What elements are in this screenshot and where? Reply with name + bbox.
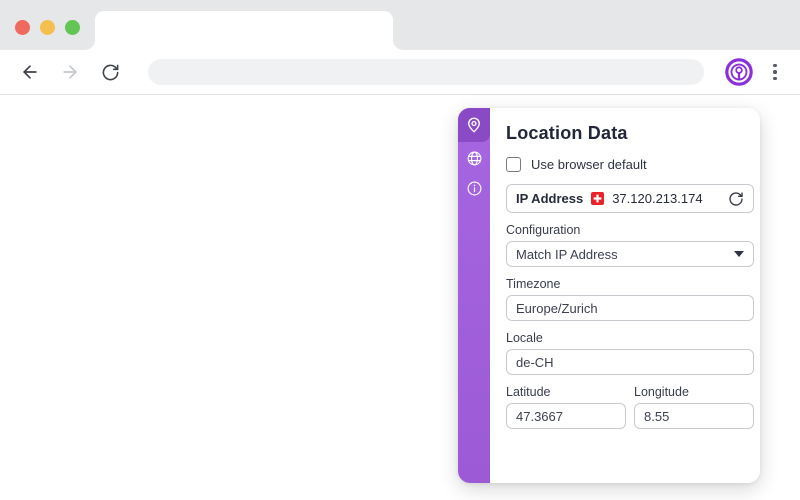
kebab-dot: [773, 76, 777, 81]
locale-input[interactable]: [506, 349, 754, 375]
forward-button[interactable]: [56, 58, 84, 86]
ip-address-box: IP Address 37.120.213.174: [506, 184, 754, 213]
back-button[interactable]: [16, 58, 44, 86]
window-controls: [15, 20, 80, 35]
longitude-column: Longitude: [634, 375, 754, 429]
swiss-flag-icon: [591, 192, 605, 205]
ip-address-label: IP Address: [516, 191, 584, 206]
reload-button[interactable]: [96, 58, 124, 86]
map-pin-icon: [468, 117, 480, 133]
browser-default-row: Use browser default: [506, 157, 754, 172]
window-maximize-button[interactable]: [65, 20, 80, 35]
address-bar-input[interactable]: [148, 59, 704, 85]
panel-content: Location Data Use browser default IP Add…: [490, 108, 766, 483]
location-data-panel: Location Data Use browser default IP Add…: [458, 108, 760, 483]
extension-logo-icon: [725, 58, 753, 86]
info-icon: [467, 181, 481, 195]
configuration-select[interactable]: Match IP Address: [506, 241, 754, 267]
configuration-selected-value: Match IP Address: [516, 246, 618, 262]
page-content: Location Data Use browser default IP Add…: [0, 95, 800, 499]
kebab-dot: [773, 63, 777, 68]
window-close-button[interactable]: [15, 20, 30, 35]
lat-lng-row: Latitude Longitude: [506, 375, 754, 429]
configuration-label: Configuration: [506, 223, 581, 237]
browser-toolbar: [0, 50, 800, 95]
panel-title: Location Data: [506, 123, 628, 143]
browser-menu-button[interactable]: [766, 58, 784, 86]
timezone-input[interactable]: [506, 295, 754, 321]
browser-titlebar: [0, 0, 800, 50]
back-arrow-icon: [23, 65, 37, 79]
checkbox-label: Use browser default: [531, 157, 647, 172]
latitude-label: Latitude: [506, 385, 551, 399]
ip-address-value: 37.120.213.174: [612, 191, 703, 206]
browser-tab[interactable]: [85, 11, 403, 50]
locale-label: Locale: [506, 331, 543, 345]
longitude-input[interactable]: [634, 403, 754, 429]
timezone-label: Timezone: [506, 277, 561, 291]
longitude-label: Longitude: [634, 385, 689, 399]
latitude-column: Latitude: [506, 375, 626, 429]
forward-arrow-icon: [63, 65, 77, 79]
extension-button[interactable]: [724, 57, 754, 87]
window-minimize-button[interactable]: [40, 20, 55, 35]
sidebar-item-about[interactable]: [458, 174, 490, 202]
globe-icon: [467, 151, 481, 165]
use-browser-default-checkbox[interactable]: [506, 157, 521, 172]
panel-sidebar: [458, 108, 490, 483]
chevron-down-icon: [734, 251, 744, 257]
kebab-dot: [773, 70, 777, 74]
latitude-input[interactable]: [506, 403, 626, 429]
sidebar-item-location[interactable]: [458, 108, 490, 142]
reload-icon: [102, 64, 118, 80]
sidebar-item-network[interactable]: [458, 144, 490, 172]
refresh-icon: [729, 191, 743, 206]
refresh-ip-button[interactable]: [728, 191, 744, 207]
